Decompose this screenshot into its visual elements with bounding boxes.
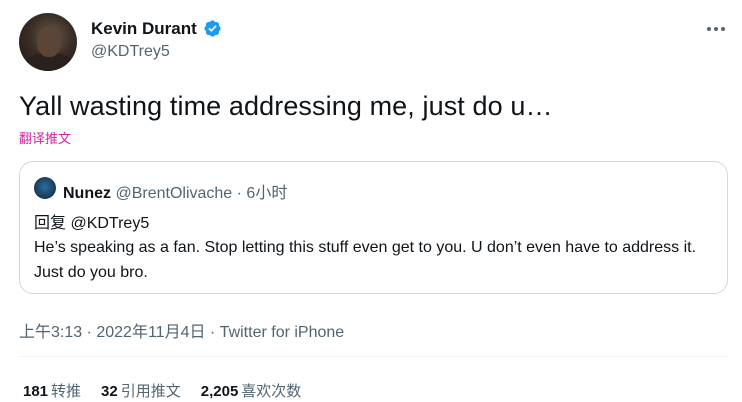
tweet-stats: 181 转推 32 引用推文 2,205 喜欢次数	[23, 380, 301, 401]
verified-badge-icon	[204, 20, 221, 37]
quote-reply-to: 回复 @KDTrey5	[34, 215, 150, 232]
stat-label: 转推	[51, 383, 82, 400]
stat-count: 2,205	[200, 383, 239, 400]
author-name[interactable]: Kevin Durant	[91, 19, 197, 39]
tweet-timestamp[interactable]: 上午3:13 · 2022年11月4日 · Twitter for iPhone	[19, 318, 344, 342]
quote-author-handle: @BrentOlivache	[115, 185, 233, 202]
like-count[interactable]: 2,205 喜欢次数	[201, 380, 302, 401]
more-dot	[721, 27, 725, 31]
stat-label: 喜欢次数	[241, 383, 302, 400]
stat-label: 引用推文	[120, 383, 181, 400]
quote-author-name: Nunez	[63, 185, 111, 202]
quote-author-avatar	[34, 177, 56, 199]
more-horizontal-icon[interactable]	[703, 18, 729, 40]
author-avatar[interactable]	[19, 13, 77, 71]
retweet-count[interactable]: 181 转推	[23, 380, 81, 401]
quote-tweet-count[interactable]: 32 引用推文	[101, 380, 181, 401]
quote-time: · 6小时	[236, 185, 288, 202]
quoted-tweet-card[interactable]: Nunez @BrentOlivache · 6小时 回复 @KDTrey5 H…	[19, 161, 728, 294]
stat-count: 32	[101, 383, 118, 400]
divider	[19, 356, 728, 357]
stat-count: 181	[23, 383, 49, 400]
more-dot	[707, 27, 711, 31]
tweet-text: Yall wasting time addressing me, just do…	[19, 91, 553, 121]
quote-header: Nunez @BrentOlivache · 6小时	[63, 179, 287, 203]
author-handle[interactable]: @KDTrey5	[91, 43, 170, 61]
avatar-face	[37, 27, 61, 57]
quote-text: He’s speaking as a fan. Stop letting thi…	[34, 239, 697, 281]
more-dot	[714, 27, 718, 31]
translate-tweet-link[interactable]: 翻译推文	[19, 128, 71, 147]
